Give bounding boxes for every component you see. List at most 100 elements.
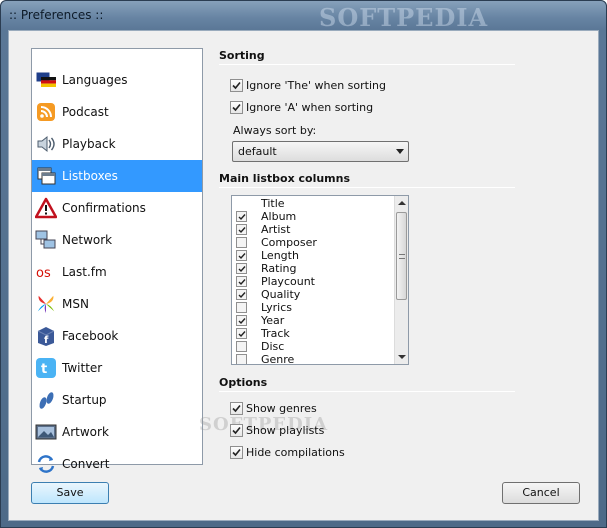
sorting-heading: Sorting (219, 49, 265, 62)
ignore-the-checkbox[interactable]: Ignore 'The' when sorting (230, 79, 386, 92)
artwork-icon (35, 421, 57, 443)
checkbox-box[interactable] (236, 224, 247, 235)
sidebar-item-languages[interactable]: Languages (32, 64, 202, 96)
hide-compilations-checkbox[interactable]: Hide compilations (230, 446, 345, 459)
checkbox-box[interactable] (236, 211, 247, 222)
chevron-down-icon (396, 149, 404, 154)
save-button[interactable]: Save (31, 482, 109, 504)
sidebar-item-network[interactable]: Network (32, 224, 202, 256)
checkbox-box[interactable] (236, 341, 247, 352)
list-item-label: Length (261, 249, 299, 262)
network-icon (35, 229, 57, 251)
checkbox-label: Ignore 'A' when sorting (246, 101, 374, 114)
scroll-up-icon[interactable] (398, 201, 406, 205)
columns-listbox[interactable]: Title Album Artist Composer Length Ratin… (231, 195, 409, 365)
sidebar-item-label: Confirmations (62, 201, 146, 215)
checkbox-box[interactable] (230, 402, 243, 415)
sidebar-item-msn[interactable]: MSN (32, 288, 202, 320)
twitter-icon: t (35, 357, 57, 379)
listbox-icon (35, 165, 57, 187)
msn-icon (35, 293, 57, 315)
sidebar-item-podcast[interactable]: Podcast (32, 96, 202, 128)
sidebar-item-confirmations[interactable]: Confirmations (32, 192, 202, 224)
checkbox-box[interactable] (236, 289, 247, 300)
sidebar-item-convert[interactable]: Convert (32, 448, 202, 480)
list-item-label: Artist (261, 223, 291, 236)
sidebar-item-lastfm[interactable]: os Last.fm (32, 256, 202, 288)
sidebar-item-listboxes[interactable]: Listboxes (32, 160, 202, 192)
sidebar-item-label: Twitter (62, 361, 103, 375)
checkbox-label: Show genres (246, 402, 317, 415)
list-item[interactable]: Artist (236, 223, 290, 236)
scrollbar-thumb[interactable] (396, 212, 407, 300)
sidebar-item-label: Network (62, 233, 113, 247)
flags-icon (35, 69, 57, 91)
checkbox-box[interactable] (236, 237, 247, 248)
checkbox-box[interactable] (236, 276, 247, 287)
sidebar-item-playback[interactable]: Playback (32, 128, 202, 160)
sort-by-dropdown[interactable]: default (232, 141, 409, 162)
sidebar-item-twitter[interactable]: t Twitter (32, 352, 202, 384)
list-item[interactable]: Playcount (236, 275, 315, 288)
list-item[interactable]: Track (236, 327, 290, 340)
convert-icon (35, 453, 57, 475)
scroll-down-icon[interactable] (398, 355, 406, 359)
svg-text:f: f (44, 335, 49, 346)
show-playlists-checkbox[interactable]: Show playlists (230, 424, 324, 437)
sidebar-item-label: Artwork (62, 425, 109, 439)
checkbox-box[interactable] (236, 354, 247, 364)
divider (219, 64, 515, 65)
list-item-label: Lyrics (261, 301, 292, 314)
sidebar-item-label: Facebook (62, 329, 119, 343)
list-item-label: Genre (261, 353, 295, 365)
sidebar-item-facebook[interactable]: f Facebook (32, 320, 202, 352)
sidebar-item-label: Languages (62, 73, 128, 87)
list-item[interactable]: Quality (236, 288, 300, 301)
facebook-icon: f (35, 325, 57, 347)
divider (219, 391, 515, 392)
list-item[interactable]: Lyrics (236, 301, 292, 314)
checkbox-box[interactable] (230, 446, 243, 459)
options-heading: Options (219, 376, 268, 389)
list-item[interactable]: Composer (236, 236, 317, 249)
list-item[interactable]: Disc (236, 340, 284, 353)
list-item[interactable]: Title (236, 197, 285, 210)
sidebar-item-label: Startup (62, 393, 107, 407)
always-sort-label: Always sort by: (233, 124, 317, 137)
checkbox-box[interactable] (230, 101, 243, 114)
list-item[interactable]: Rating (236, 262, 296, 275)
window-title: :: Preferences :: (9, 8, 104, 22)
listbox-scrollbar[interactable] (394, 196, 408, 364)
checkbox-box[interactable] (236, 328, 247, 339)
checkbox-box[interactable] (230, 79, 243, 92)
checkbox-box[interactable] (230, 424, 243, 437)
ignore-a-checkbox[interactable]: Ignore 'A' when sorting (230, 101, 373, 114)
list-item[interactable]: Length (236, 249, 299, 262)
sort-by-value: default (238, 145, 277, 158)
svg-text:t: t (41, 362, 47, 377)
show-genres-checkbox[interactable]: Show genres (230, 402, 317, 415)
list-item[interactable]: Year (236, 314, 284, 327)
list-item-label: Rating (261, 262, 297, 275)
list-item[interactable]: Album (236, 210, 296, 223)
list-item-label: Title (261, 197, 285, 210)
sidebar-item-artwork[interactable]: Artwork (32, 416, 202, 448)
rss-icon (35, 101, 57, 123)
checkbox-label: Show playlists (246, 424, 325, 437)
grip-icon (399, 254, 405, 259)
sidebar-item-startup[interactable]: Startup (32, 384, 202, 416)
list-item-label: Quality (261, 288, 301, 301)
list-item-label: Disc (261, 340, 285, 353)
category-list[interactable]: Languages Podcast Playback Listboxes Con… (31, 48, 203, 473)
title-bar[interactable]: :: Preferences :: SOFTPEDIA (1, 1, 606, 32)
svg-text:os: os (36, 266, 51, 281)
checkbox-box[interactable] (236, 302, 247, 313)
watermark: SOFTPEDIA (319, 3, 489, 32)
list-item-label: Playcount (261, 275, 315, 288)
checkbox-box[interactable] (236, 315, 247, 326)
checkbox-box[interactable] (236, 263, 247, 274)
cancel-button[interactable]: Cancel (502, 482, 580, 504)
checkbox-box[interactable] (236, 250, 247, 261)
startup-icon (35, 389, 57, 411)
list-item[interactable]: Genre (236, 353, 295, 365)
